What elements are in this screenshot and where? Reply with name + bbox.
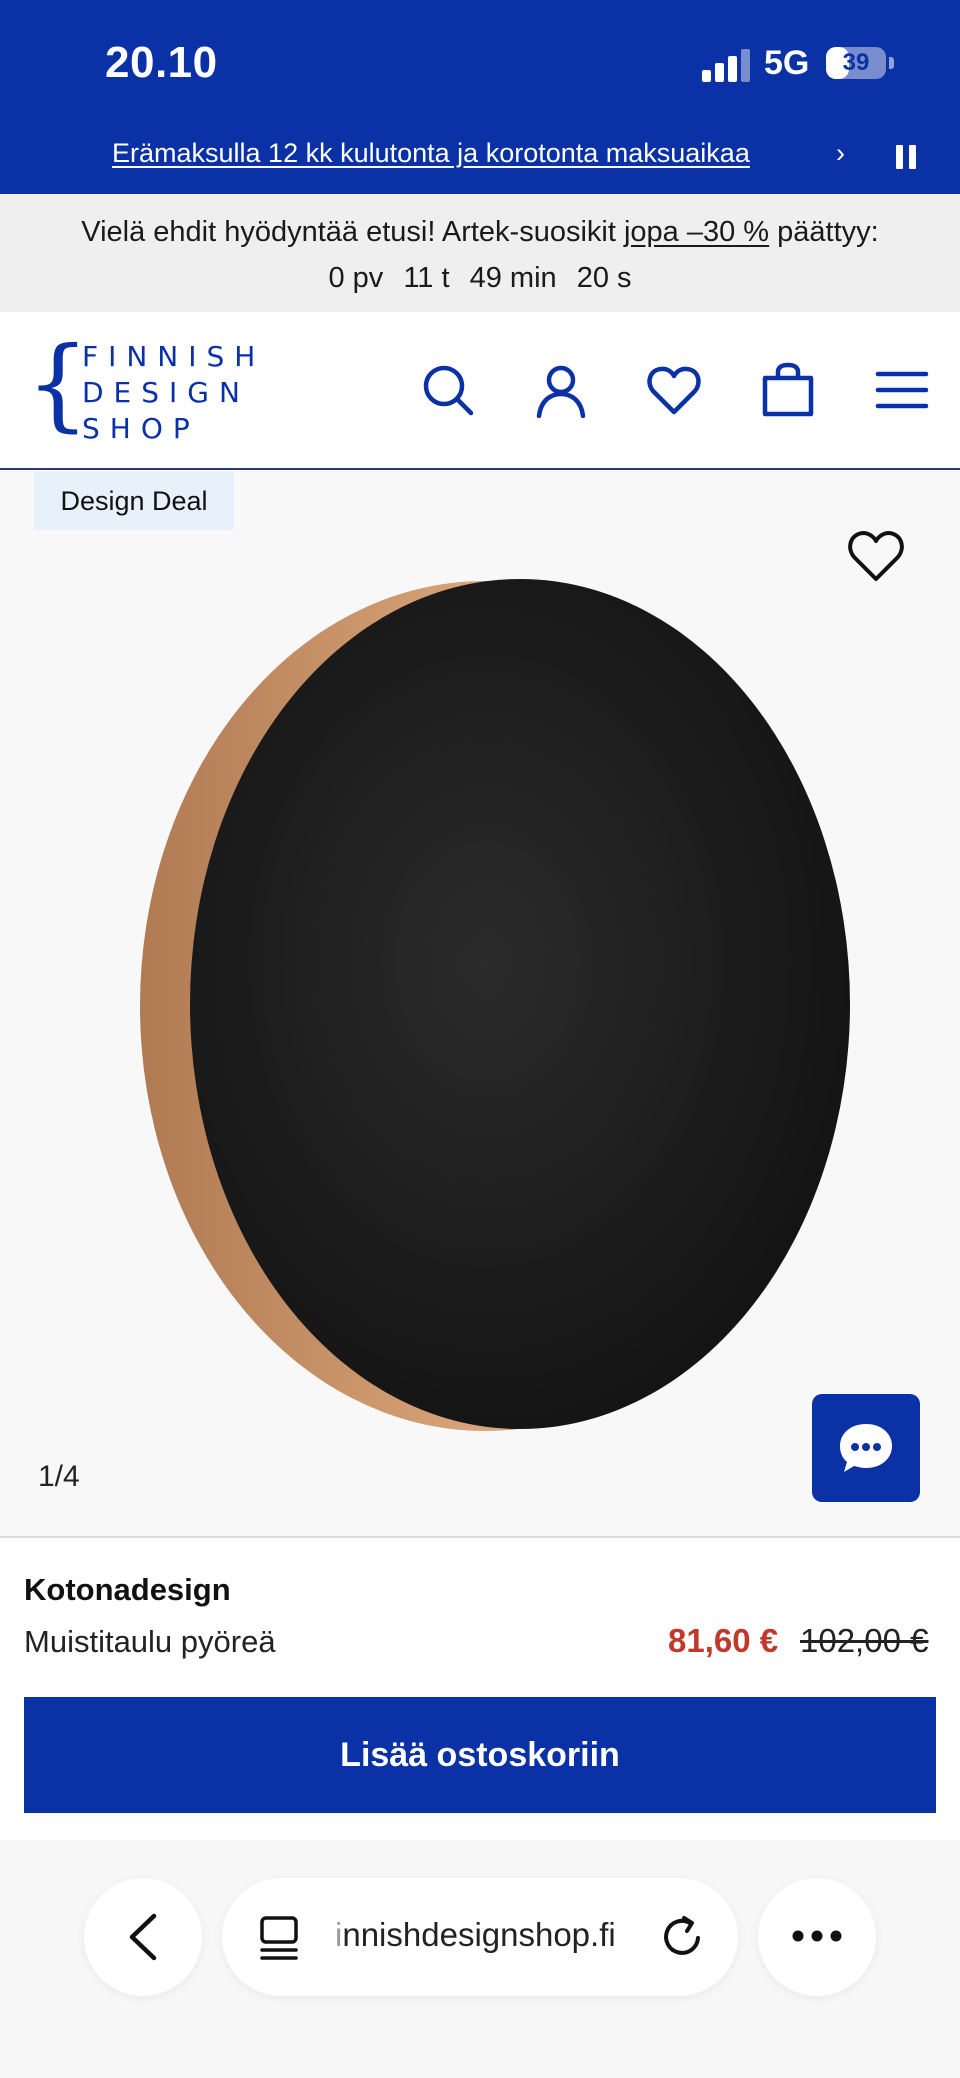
pause-icon[interactable] bbox=[896, 145, 918, 169]
add-to-cart-button[interactable]: Lisää ostoskoriin bbox=[24, 1697, 936, 1813]
countdown-days: 0 pv bbox=[328, 262, 384, 294]
chat-icon bbox=[840, 1424, 892, 1472]
countdown-suffix: päättyy: bbox=[777, 216, 879, 248]
battery-tip bbox=[889, 57, 894, 69]
divider bbox=[0, 1536, 960, 1538]
signal-icon bbox=[702, 48, 750, 82]
chevron-right-icon: › bbox=[836, 138, 845, 168]
shopping-bag-icon[interactable] bbox=[760, 362, 816, 418]
back-icon bbox=[129, 1913, 157, 1961]
reader-icon[interactable] bbox=[258, 1915, 300, 1961]
logo-line: FINNISH bbox=[82, 340, 266, 373]
battery-percent: 39 bbox=[842, 49, 870, 76]
battery-icon: 39 bbox=[826, 47, 886, 79]
reload-icon[interactable] bbox=[660, 1914, 706, 1960]
site-logo[interactable]: { FINNISH DESIGN SHOP bbox=[26, 334, 255, 446]
search-icon[interactable] bbox=[420, 362, 476, 418]
countdown-timer: 0 pv 11 t 49 min 20 s bbox=[0, 262, 960, 295]
countdown-offer-link[interactable]: jopa –30 % bbox=[624, 216, 769, 248]
status-time: 20.10 bbox=[105, 38, 218, 87]
product-name: Muistitaulu pyöreä bbox=[24, 1624, 276, 1659]
sale-price: 81,60 € bbox=[668, 1622, 779, 1659]
logo-line: SHOP bbox=[82, 412, 200, 445]
promo-link[interactable]: Erämaksulla 12 kk kulutonta ja korotonta… bbox=[112, 138, 750, 169]
countdown-prefix: Vielä ehdit hyödyntää etusi! Artek-suosi… bbox=[81, 216, 616, 248]
more-icon bbox=[792, 1930, 842, 1942]
url-text[interactable]: innishdesignshop.fi bbox=[335, 1916, 616, 1954]
original-price: 102,00 € bbox=[800, 1622, 929, 1659]
network-type: 5G bbox=[764, 44, 810, 82]
heart-icon[interactable] bbox=[646, 362, 702, 418]
user-icon[interactable] bbox=[533, 362, 589, 418]
design-deal-badge: Design Deal bbox=[34, 472, 234, 530]
logo-line: DESIGN bbox=[82, 376, 250, 409]
countdown-hours: 11 t bbox=[403, 262, 450, 294]
logo-brace: { bbox=[26, 325, 90, 442]
image-counter: 1/4 bbox=[38, 1460, 80, 1493]
url-host: nnishdesignshop.fi bbox=[342, 1916, 616, 1953]
menu-icon[interactable] bbox=[874, 362, 930, 418]
product-brand[interactable]: Kotonadesign bbox=[24, 1572, 231, 1608]
product-image[interactable] bbox=[140, 574, 860, 1432]
countdown-text: Vielä ehdit hyödyntää etusi! Artek-suosi… bbox=[0, 216, 960, 249]
countdown-seconds: 20 s bbox=[576, 262, 632, 294]
countdown-minutes: 49 min bbox=[469, 262, 557, 294]
chat-button[interactable] bbox=[812, 1394, 920, 1502]
